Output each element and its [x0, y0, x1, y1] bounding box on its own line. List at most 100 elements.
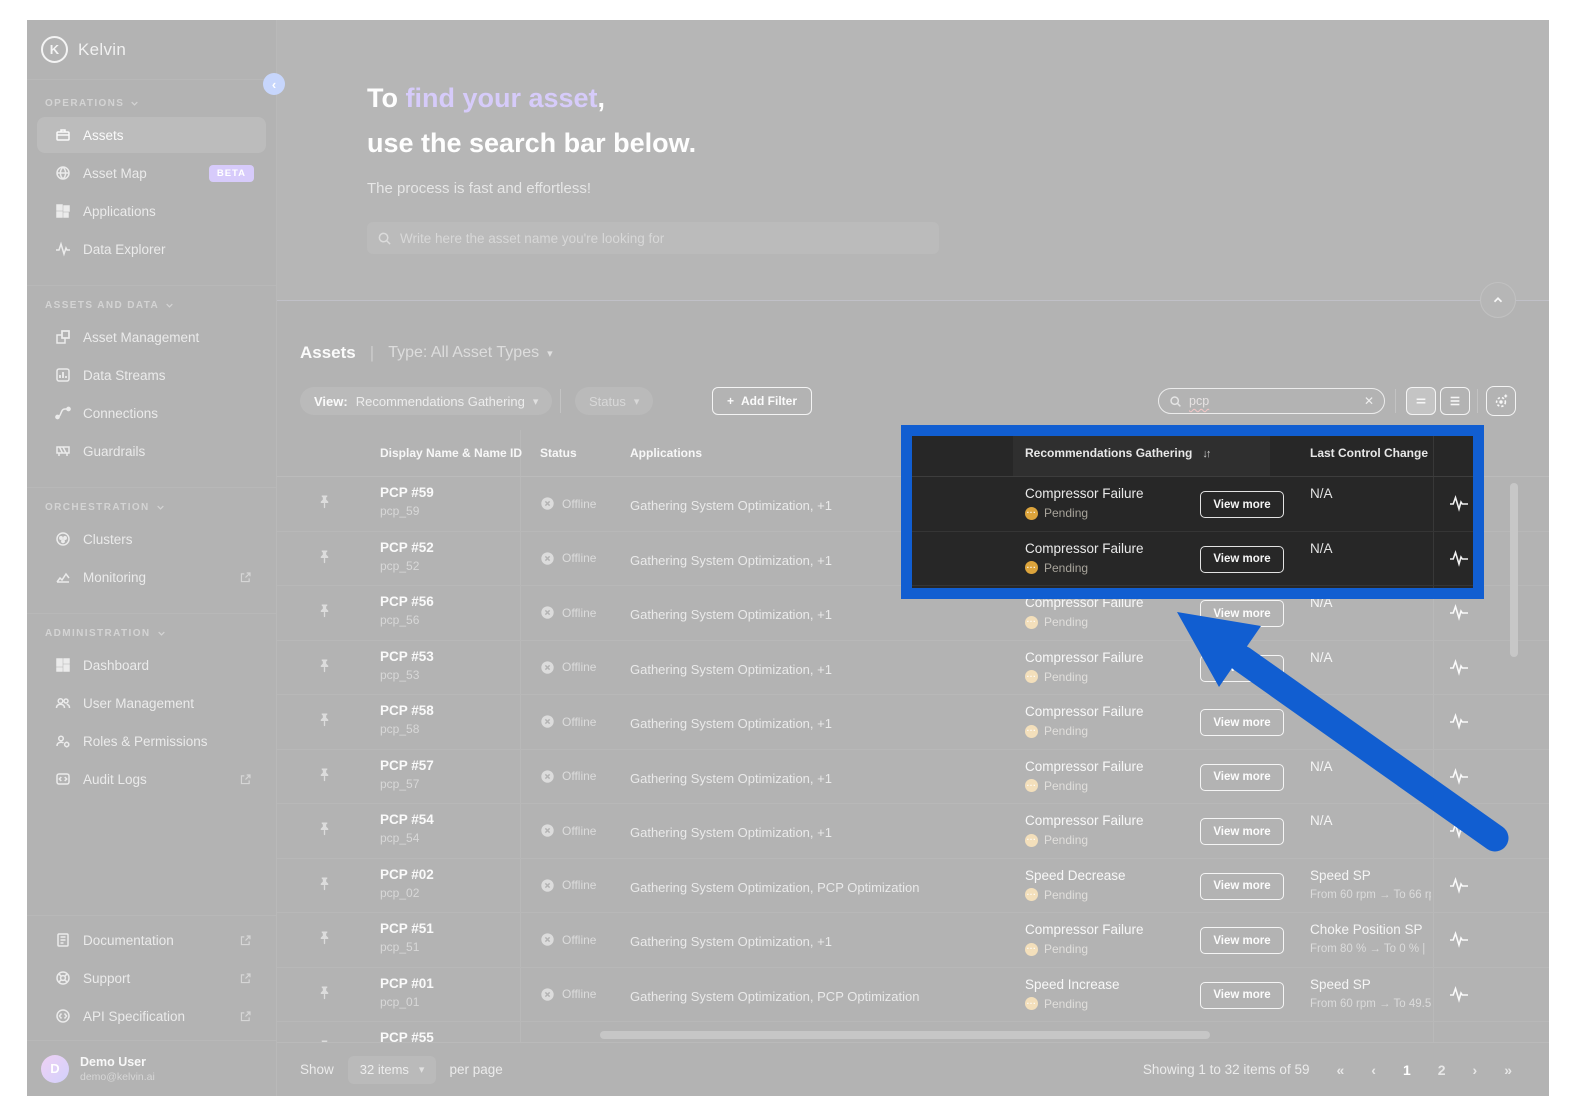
pin-icon[interactable] — [317, 930, 332, 946]
asset-id: pcp_53 — [380, 668, 434, 682]
waveform-icon — [55, 241, 71, 257]
table-row[interactable]: PCP #51pcp_51OfflineGathering System Opt… — [277, 913, 1549, 968]
briefcase-icon — [55, 127, 71, 143]
table-row[interactable]: PCP #01pcp_01OfflineGathering System Opt… — [277, 968, 1549, 1023]
next-page-button[interactable]: › — [1473, 1062, 1478, 1078]
pin-icon[interactable] — [317, 712, 332, 728]
sidebar-item-data-explorer[interactable]: Data Explorer — [37, 231, 266, 267]
column-header-last-control[interactable]: Last Control Change — [1310, 446, 1428, 460]
user-profile[interactable]: D Demo User demo@kelvin.ai — [27, 1040, 276, 1096]
table-row[interactable]: PCP #02pcp_02OfflineGathering System Opt… — [277, 859, 1549, 914]
table-search-input[interactable]: pcp ✕ — [1158, 388, 1385, 414]
view-more-button[interactable]: View more — [1200, 709, 1284, 736]
view-more-button[interactable]: View more — [1200, 655, 1284, 682]
table-row[interactable]: PCP #57pcp_57OfflineGathering System Opt… — [277, 750, 1549, 805]
horizontal-scrollbar[interactable] — [600, 1031, 1210, 1039]
pulse-icon[interactable] — [1449, 985, 1489, 1003]
sidebar-item-support[interactable]: Support — [37, 960, 266, 996]
compact-view-toggle[interactable] — [1406, 387, 1436, 415]
view-more-button[interactable]: View more — [1200, 927, 1284, 954]
type-filter-dropdown[interactable]: Type: All Asset Types▾ — [388, 344, 552, 362]
pin-icon[interactable] — [317, 494, 332, 510]
pulse-icon[interactable] — [1449, 549, 1489, 567]
column-header-recommendations[interactable]: Recommendations Gathering↓↑ — [1025, 446, 1209, 460]
chevron-down-icon — [157, 629, 166, 638]
view-more-button[interactable]: View more — [1200, 873, 1284, 900]
list-view-toggle[interactable] — [1440, 387, 1470, 415]
view-more-button[interactable]: View more — [1200, 491, 1284, 518]
sidebar-item-asset-management[interactable]: Asset Management — [37, 319, 266, 355]
column-header-applications[interactable]: Applications — [630, 446, 702, 460]
sidebar-item-asset-map[interactable]: Asset MapBETA — [37, 155, 266, 191]
view-more-button[interactable]: View more — [1200, 818, 1284, 845]
table-row[interactable]: PCP #56pcp_56OfflineGathering System Opt… — [277, 586, 1549, 641]
pulse-icon[interactable] — [1449, 821, 1489, 839]
sidebar-item-clusters[interactable]: Clusters — [37, 521, 266, 557]
pulse-icon[interactable] — [1449, 930, 1489, 948]
collapse-hero-button[interactable] — [1480, 282, 1516, 318]
sidebar-item-monitoring[interactable]: Monitoring — [37, 559, 266, 595]
prev-page-button[interactable]: ‹ — [1371, 1062, 1376, 1078]
column-header-name[interactable]: Display Name & Name ID — [380, 446, 522, 460]
sidebar-item-data-streams[interactable]: Data Streams — [37, 357, 266, 393]
pin-icon[interactable] — [317, 985, 332, 1001]
sidebar-section-operations[interactable]: OPERATIONS — [27, 98, 276, 115]
pin-icon[interactable] — [317, 767, 332, 783]
page-button-2[interactable]: 2 — [1438, 1062, 1446, 1078]
page-button-1[interactable]: 1 — [1403, 1062, 1411, 1078]
sidebar-item-applications[interactable]: Applications — [37, 193, 266, 229]
sidebar-item-guardrails[interactable]: Guardrails — [37, 433, 266, 469]
items-per-page-dropdown[interactable]: 32 items▾ — [348, 1056, 437, 1084]
table-row[interactable]: PCP #59pcp_59OfflineGathering System Opt… — [277, 477, 1549, 532]
sidebar-item-assets[interactable]: Assets — [37, 117, 266, 153]
sidebar-item-audit-logs[interactable]: Audit Logs — [37, 761, 266, 797]
offline-icon — [540, 932, 555, 947]
sidebar-section-orchestration[interactable]: ORCHESTRATION — [27, 487, 276, 519]
sidebar-collapse-button[interactable]: ‹ — [263, 73, 285, 95]
view-filter-dropdown[interactable]: View:Recommendations Gathering▾ — [300, 387, 552, 415]
pulse-icon[interactable] — [1449, 658, 1489, 676]
sidebar-item-user-management[interactable]: User Management — [37, 685, 266, 721]
sort-arrows-icon[interactable]: ↓↑ — [1202, 448, 1209, 460]
status-cell: Offline — [540, 496, 596, 511]
view-more-button[interactable]: View more — [1200, 982, 1284, 1009]
sidebar-section-assets-and-data[interactable]: ASSETS AND DATA — [27, 285, 276, 317]
table-settings-button[interactable] — [1486, 386, 1516, 416]
table-row[interactable]: PCP #53pcp_53OfflineGathering System Opt… — [277, 641, 1549, 696]
sidebar-item-roles-permissions[interactable]: Roles & Permissions — [37, 723, 266, 759]
view-more-button[interactable]: View more — [1200, 764, 1284, 791]
pin-icon[interactable] — [317, 876, 332, 892]
avatar: D — [41, 1055, 69, 1083]
first-page-button[interactable]: « — [1336, 1062, 1344, 1078]
sidebar-section-administration[interactable]: ADMINISTRATION — [27, 613, 276, 645]
pulse-icon[interactable] — [1449, 603, 1489, 621]
vertical-scrollbar[interactable] — [1510, 483, 1518, 657]
asset-search-bar[interactable] — [367, 222, 939, 254]
table-row[interactable]: PCP #52pcp_52OfflineGathering System Opt… — [277, 532, 1549, 587]
column-header-status[interactable]: Status — [540, 446, 577, 460]
pulse-icon[interactable] — [1449, 494, 1489, 512]
table-row[interactable]: PCP #54pcp_54OfflineGathering System Opt… — [277, 804, 1549, 859]
last-page-button[interactable]: » — [1504, 1062, 1512, 1078]
pulse-icon[interactable] — [1449, 876, 1489, 894]
pin-icon[interactable] — [317, 603, 332, 619]
table-row[interactable]: PCP #58pcp_58OfflineGathering System Opt… — [277, 695, 1549, 750]
view-more-button[interactable]: View more — [1200, 546, 1284, 573]
pulse-icon[interactable] — [1449, 712, 1489, 730]
pin-icon[interactable] — [317, 821, 332, 837]
pulse-icon[interactable] — [1449, 767, 1489, 785]
sidebar-item-api-specification[interactable]: API Specification — [37, 998, 266, 1034]
sidebar-item-connections[interactable]: Connections — [37, 395, 266, 431]
bar-chart-icon — [55, 367, 71, 383]
pin-icon[interactable] — [317, 549, 332, 565]
pending-status-icon: ··· — [1025, 616, 1038, 629]
status-filter-dropdown[interactable]: Status▾ — [575, 387, 653, 415]
view-more-button[interactable]: View more — [1200, 600, 1284, 627]
asset-search-input[interactable] — [400, 231, 929, 246]
filter-bar: View:Recommendations Gathering▾ Status▾ … — [277, 387, 1549, 415]
sidebar-item-documentation[interactable]: Documentation — [37, 922, 266, 958]
sidebar-item-dashboard[interactable]: Dashboard — [37, 647, 266, 683]
add-filter-button[interactable]: +Add Filter — [712, 387, 812, 415]
pin-icon[interactable] — [317, 658, 332, 674]
clear-search-icon[interactable]: ✕ — [1364, 394, 1374, 408]
